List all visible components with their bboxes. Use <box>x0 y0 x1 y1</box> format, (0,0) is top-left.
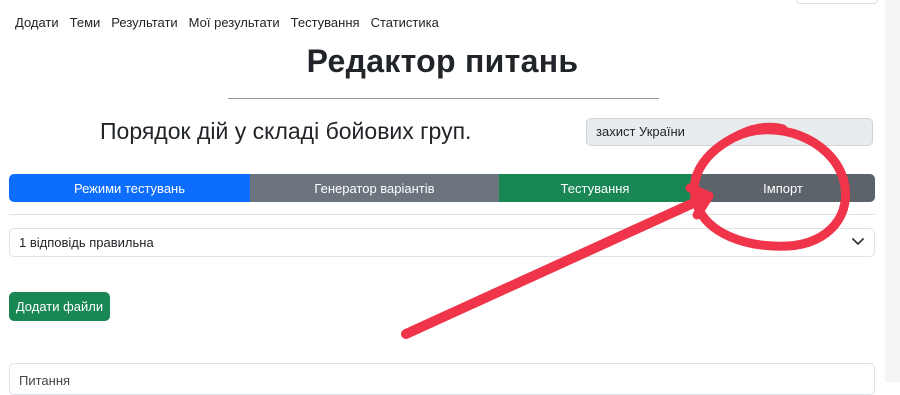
section-heading: Порядок дій у складі бойових груп. <box>100 118 472 144</box>
question-field[interactable]: Питання <box>9 363 875 395</box>
testing-modes-button[interactable]: Режими тестувань <box>9 174 250 202</box>
page-scrollbar[interactable] <box>885 0 900 382</box>
topic-field[interactable]: захист України <box>586 118 873 146</box>
add-files-button[interactable]: Додати файли <box>9 292 110 321</box>
testing-button[interactable]: Тестування <box>499 174 691 202</box>
answer-mode-select[interactable]: 1 відповідь правильна <box>9 228 875 257</box>
top-right-control[interactable] <box>796 0 878 4</box>
variant-generator-button[interactable]: Генератор варіантів <box>250 174 499 202</box>
title-divider <box>228 98 659 99</box>
annotation-arrow-shaft <box>401 195 705 339</box>
page-title: Редактор питань <box>306 43 579 79</box>
nav-testing[interactable]: Тестування <box>291 15 360 30</box>
nav-add[interactable]: Додати <box>15 15 59 30</box>
answer-mode-value: 1 відповідь правильна <box>19 235 154 250</box>
mode-button-group: Режими тестувань Генератор варіантів Тес… <box>9 174 875 202</box>
nav-results[interactable]: Результати <box>111 15 177 30</box>
question-label: Питання <box>19 373 71 388</box>
import-button[interactable]: Імпорт <box>691 174 875 202</box>
nav-statistics[interactable]: Статистика <box>371 15 439 30</box>
nav-topics[interactable]: Теми <box>70 15 101 30</box>
chevron-down-icon <box>852 238 864 245</box>
top-nav: Додати Теми Результати Мої результати Те… <box>15 15 450 30</box>
nav-my-results[interactable]: Мої результати <box>189 15 280 30</box>
section-divider <box>9 214 875 215</box>
